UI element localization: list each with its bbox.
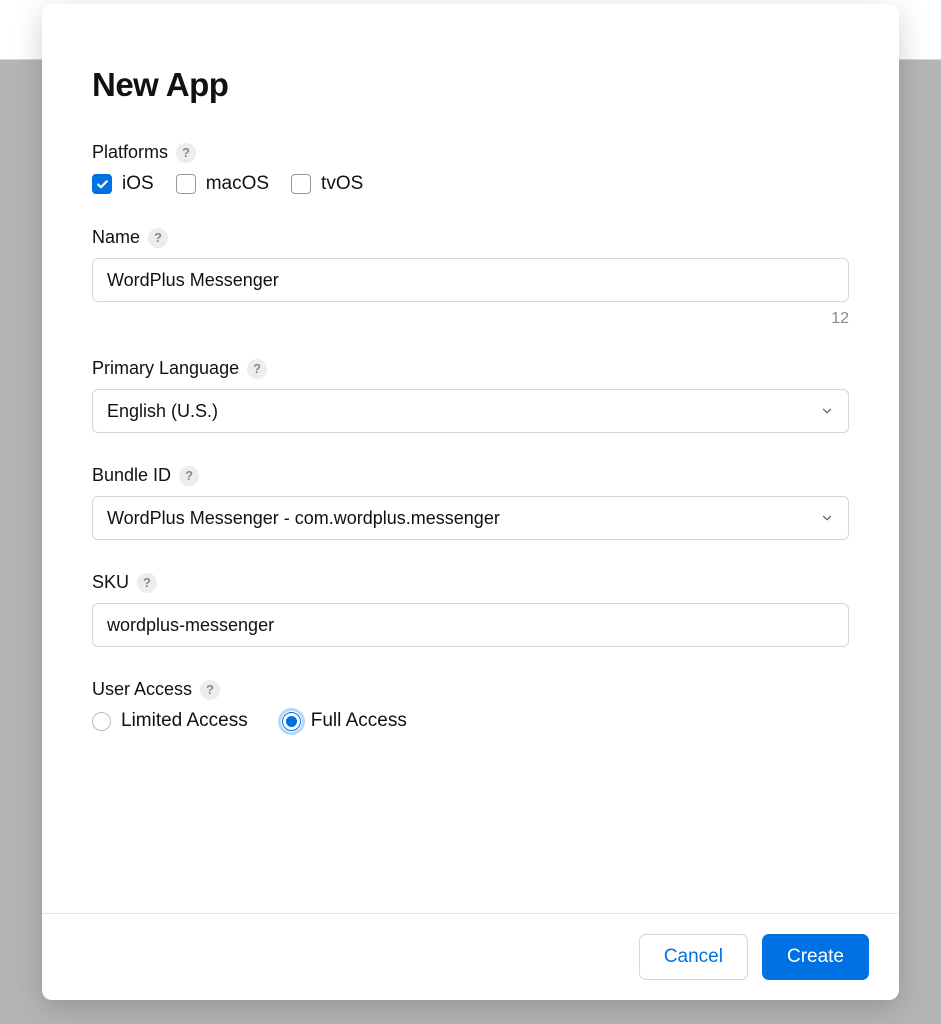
user-access-limited-label: Limited Access — [121, 710, 248, 732]
bundle-id-value: WordPlus Messenger - com.wordplus.messen… — [107, 508, 500, 529]
platform-macos[interactable]: macOS — [176, 173, 269, 195]
name-label: Name — [92, 227, 140, 248]
platform-ios-label: iOS — [122, 173, 154, 195]
bundle-id-section: Bundle ID ? WordPlus Messenger - com.wor… — [92, 465, 849, 540]
sku-input[interactable] — [92, 603, 849, 647]
platform-macos-label: macOS — [206, 173, 269, 195]
platform-tvos-label: tvOS — [321, 173, 363, 195]
create-button[interactable]: Create — [762, 934, 869, 980]
sku-label: SKU — [92, 572, 129, 593]
help-icon[interactable]: ? — [179, 466, 199, 486]
platforms-checkboxes: iOS macOS tvOS — [92, 173, 849, 195]
help-icon[interactable]: ? — [137, 573, 157, 593]
user-access-section: User Access ? Limited Access Full Access — [92, 679, 849, 732]
bundle-id-label: Bundle ID — [92, 465, 171, 486]
checkbox-tvos[interactable] — [291, 174, 311, 194]
user-access-full[interactable]: Full Access — [282, 710, 407, 732]
sku-label-row: SKU ? — [92, 572, 849, 593]
user-access-label-row: User Access ? — [92, 679, 849, 700]
cancel-button[interactable]: Cancel — [639, 934, 748, 980]
help-icon[interactable]: ? — [148, 228, 168, 248]
primary-language-value: English (U.S.) — [107, 401, 218, 422]
new-app-modal: New App Platforms ? iOS macOS — [42, 4, 899, 1000]
bundle-id-label-row: Bundle ID ? — [92, 465, 849, 486]
checkbox-ios[interactable] — [92, 174, 112, 194]
primary-language-label: Primary Language — [92, 358, 239, 379]
checkbox-macos[interactable] — [176, 174, 196, 194]
name-char-count: 12 — [92, 310, 849, 328]
help-icon[interactable]: ? — [200, 680, 220, 700]
platform-tvos[interactable]: tvOS — [291, 173, 363, 195]
modal-body: New App Platforms ? iOS macOS — [42, 4, 899, 913]
platforms-label-row: Platforms ? — [92, 142, 849, 163]
user-access-full-label: Full Access — [311, 710, 407, 732]
user-access-radios: Limited Access Full Access — [92, 710, 849, 732]
name-input[interactable] — [92, 258, 849, 302]
sku-section: SKU ? — [92, 572, 849, 647]
radio-limited[interactable] — [92, 712, 111, 731]
modal-footer: Cancel Create — [42, 913, 899, 1000]
modal-title: New App — [92, 66, 849, 104]
platforms-label: Platforms — [92, 142, 168, 163]
radio-full[interactable] — [282, 712, 301, 731]
help-icon[interactable]: ? — [247, 359, 267, 379]
primary-language-select[interactable]: English (U.S.) — [92, 389, 849, 433]
bundle-id-select[interactable]: WordPlus Messenger - com.wordplus.messen… — [92, 496, 849, 540]
primary-language-section: Primary Language ? English (U.S.) — [92, 358, 849, 433]
name-section: Name ? 12 — [92, 227, 849, 328]
help-icon[interactable]: ? — [176, 143, 196, 163]
chevron-down-icon — [820, 511, 834, 525]
name-label-row: Name ? — [92, 227, 849, 248]
platforms-section: Platforms ? iOS macOS — [92, 142, 849, 195]
chevron-down-icon — [820, 404, 834, 418]
platform-ios[interactable]: iOS — [92, 173, 154, 195]
user-access-limited[interactable]: Limited Access — [92, 710, 248, 732]
user-access-label: User Access — [92, 679, 192, 700]
primary-language-label-row: Primary Language ? — [92, 358, 849, 379]
